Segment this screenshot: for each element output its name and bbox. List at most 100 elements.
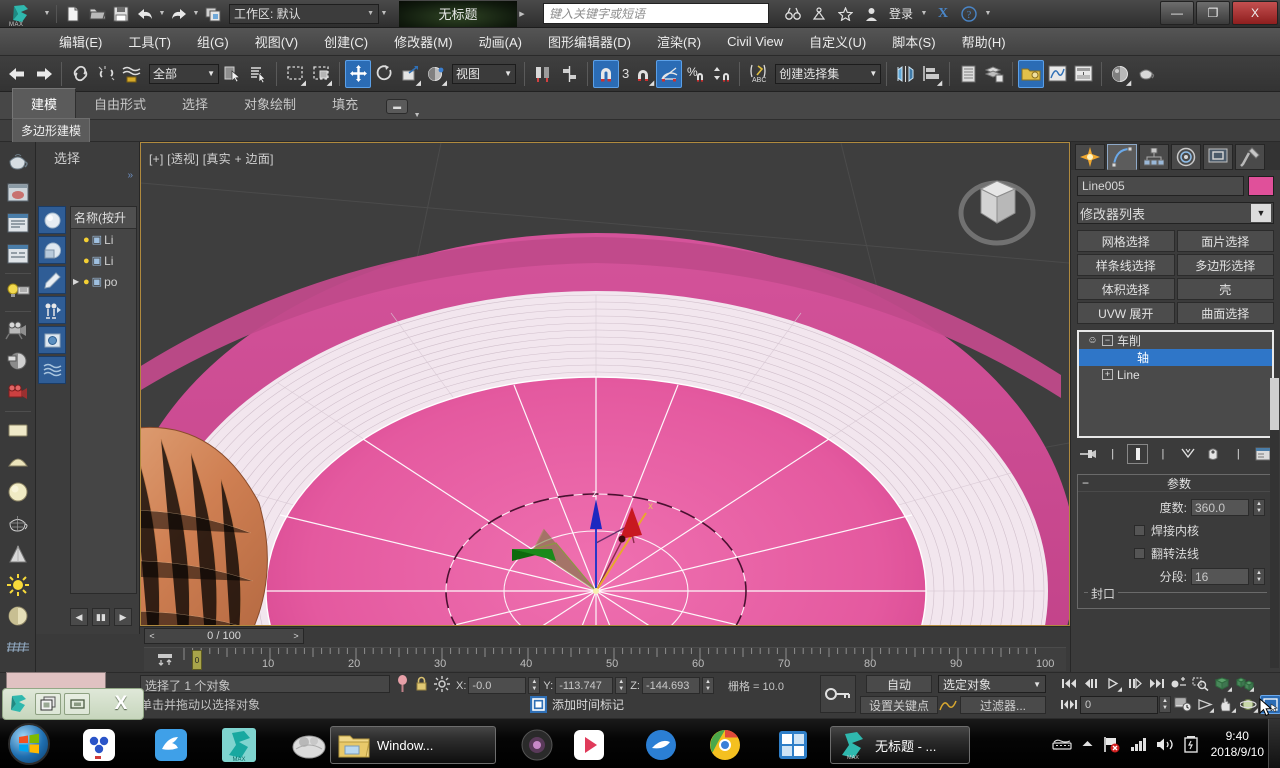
- axis-stepper[interactable]: ▲ ▼: [701, 677, 714, 694]
- undo-arrow-icon[interactable]: [133, 3, 157, 25]
- menu-item-11[interactable]: 脚本(S): [879, 28, 948, 55]
- taskbar-item-browser[interactable]: [634, 726, 688, 764]
- curve-editor-icon[interactable]: [1044, 60, 1070, 88]
- ribbon-tab-0[interactable]: 建模: [12, 88, 77, 119]
- speaker-icon[interactable]: [1156, 737, 1175, 752]
- close-button[interactable]: X: [102, 691, 140, 717]
- frame-stepper[interactable]: ▲ ▼: [1159, 696, 1171, 713]
- select-region-icon[interactable]: [38, 236, 66, 264]
- modifier-stack[interactable]: ☺ − 车削轴 + Line: [1077, 330, 1274, 438]
- render-preview-icon[interactable]: [3, 177, 33, 207]
- display-monitor-icon[interactable]: [1203, 144, 1233, 170]
- logo-dropdown-caret-icon[interactable]: ▼: [42, 10, 52, 17]
- curve-icon[interactable]: [938, 696, 958, 714]
- lock-icon[interactable]: [415, 676, 428, 695]
- object-name-field[interactable]: Line005: [1077, 176, 1244, 196]
- menu-item-1[interactable]: 工具(T): [115, 28, 184, 55]
- select-wave-icon[interactable]: [38, 356, 66, 384]
- menu-item-9[interactable]: Civil View: [714, 30, 796, 53]
- angle-magnet-icon[interactable]: ◢: [630, 60, 656, 88]
- camera-match-icon[interactable]: [3, 346, 33, 376]
- floating-mini-window[interactable]: X: [2, 688, 144, 720]
- angle-snap-toggle-icon[interactable]: [656, 59, 683, 88]
- modifier-stack-row[interactable]: ☺ − 车削: [1079, 332, 1272, 349]
- flyout-corner-icon[interactable]: ◢: [649, 79, 654, 87]
- next-frame-button[interactable]: [1124, 674, 1145, 693]
- search-input[interactable]: 键入关键字或短语: [543, 3, 769, 24]
- time-config-button[interactable]: [1172, 695, 1193, 714]
- show-desktop-button[interactable]: [1268, 719, 1280, 768]
- object-color-sw[interactable]: [1248, 176, 1274, 196]
- ribbon-options-caret-icon[interactable]: ▼: [412, 112, 422, 119]
- chevron-right-icon[interactable]: »: [127, 170, 133, 181]
- ribbon-tab-3[interactable]: 对象绘制: [226, 89, 314, 119]
- minimize-button[interactable]: —: [1160, 1, 1194, 25]
- named-selection-set-combo[interactable]: 创建选择集 ▼: [775, 63, 882, 84]
- flyout-corner-icon[interactable]: ◢: [1253, 707, 1258, 714]
- prev-frame-arrow[interactable]: <: [145, 631, 159, 641]
- render-teapot-icon[interactable]: [1133, 60, 1159, 88]
- scene-explorer-item[interactable]: ● ▣ Li: [71, 229, 136, 250]
- pivot-center-icon[interactable]: ◢: [423, 60, 449, 88]
- chevron-down-icon[interactable]: ▼: [1033, 680, 1041, 689]
- command-panel-scrollbar[interactable]: [1270, 378, 1279, 668]
- taskbar-item-chrome[interactable]: [698, 726, 752, 764]
- prev-page-icon[interactable]: ◀: [70, 608, 88, 626]
- motion-tab[interactable]: [1171, 144, 1201, 170]
- project-folder-icon[interactable]: [201, 3, 225, 25]
- zoom-extents-button[interactable]: ◢: [1212, 674, 1233, 693]
- flyout-corner-icon[interactable]: ◢: [1117, 686, 1122, 693]
- flyout-corner-icon[interactable]: ◢: [1209, 707, 1214, 714]
- flyout-corner-icon[interactable]: ◢: [442, 79, 447, 87]
- marquee-icon[interactable]: ◢: [282, 60, 308, 88]
- mirror-icon[interactable]: [530, 60, 556, 88]
- light-bulb-icon[interactable]: ●: [83, 255, 90, 267]
- modifier-button-4[interactable]: 体积选择: [1077, 278, 1175, 300]
- flyout-corner-icon[interactable]: ◢: [327, 79, 332, 87]
- redo-icon[interactable]: [30, 60, 56, 88]
- select-by-skeleton-icon[interactable]: [38, 296, 66, 324]
- binoculars-icon[interactable]: [781, 3, 805, 25]
- camera-icon[interactable]: [3, 315, 33, 345]
- close-button[interactable]: X: [1232, 1, 1278, 25]
- degrees-field[interactable]: 360.0: [1191, 499, 1249, 516]
- percent-magnet-icon[interactable]: %: [682, 60, 708, 88]
- list-select-icon[interactable]: [245, 60, 271, 88]
- modifier-button-2[interactable]: 样条线选择: [1077, 254, 1175, 276]
- hierarchy-tab[interactable]: [1139, 144, 1169, 170]
- remove-modifier-icon[interactable]: [1203, 444, 1224, 464]
- taskbar-item-media[interactable]: [282, 726, 336, 764]
- menu-item-5[interactable]: 修改器(M): [381, 28, 466, 55]
- menu-item-10[interactable]: 自定义(U): [796, 28, 879, 55]
- chevron-down-icon[interactable]: ▼: [869, 69, 877, 78]
- prev-key-button[interactable]: [1058, 695, 1079, 714]
- new-document-icon[interactable]: [61, 3, 85, 25]
- menu-item-0[interactable]: 编辑(E): [46, 28, 115, 55]
- hammer-icon[interactable]: [1235, 144, 1265, 170]
- scrollbar-thumb[interactable]: [1270, 378, 1279, 430]
- fov-icon[interactable]: ◢: [1194, 695, 1215, 714]
- taskbar-window-3dsmax[interactable]: MAX 无标题 - ...: [830, 726, 970, 764]
- taskbar-item-office[interactable]: [766, 726, 820, 764]
- teapot-create-icon[interactable]: [3, 146, 33, 176]
- rollup-collapse-icon[interactable]: −: [1082, 476, 1089, 490]
- taskbar-window-explorer[interactable]: Window...: [330, 726, 496, 764]
- key-mode-toggle-button[interactable]: [1168, 674, 1189, 693]
- ribbon-tab-1[interactable]: 自由形式: [76, 89, 164, 119]
- flip-normals-checkbox[interactable]: [1134, 548, 1145, 559]
- modifier-button-1[interactable]: 面片选择: [1176, 230, 1274, 252]
- taskbar-item-camera[interactable]: [510, 726, 564, 764]
- axis-value[interactable]: -144.693: [641, 677, 700, 694]
- flyout-corner-icon[interactable]: ◢: [416, 79, 421, 87]
- battery-icon[interactable]: [1183, 735, 1198, 753]
- hand-pan-icon[interactable]: ◢: [1216, 695, 1237, 714]
- perspective-viewport[interactable]: [+] [透视] [真实 + 边面] z x: [140, 142, 1070, 626]
- signal-bars-icon[interactable]: [1130, 737, 1147, 751]
- red-camera-icon[interactable]: [3, 377, 33, 407]
- previous-frame-button[interactable]: [1080, 674, 1101, 693]
- page-marker-icon[interactable]: ▮▮: [92, 608, 110, 626]
- current-frame-field[interactable]: 0: [1080, 695, 1158, 714]
- chevron-down-icon[interactable]: ▼: [504, 69, 512, 78]
- modifier-list-dropdown[interactable]: 修改器列表 ▼: [1077, 202, 1274, 224]
- keyboard-icon[interactable]: [1052, 737, 1072, 751]
